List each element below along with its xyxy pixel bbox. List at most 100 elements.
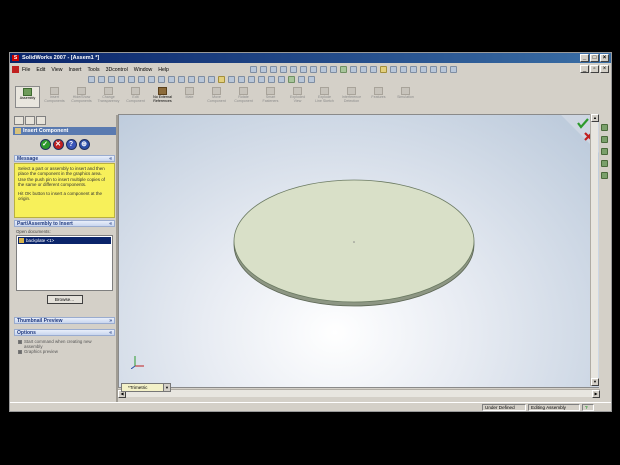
- smart-dimension-icon[interactable]: [218, 76, 225, 83]
- measure-icon[interactable]: [298, 76, 305, 83]
- command-change-transparency-button[interactable]: Change Transparency: [96, 86, 121, 108]
- menu-help[interactable]: Help: [158, 67, 169, 73]
- scroll-down-icon[interactable]: ▼: [591, 378, 599, 386]
- rectangle-icon[interactable]: [238, 76, 245, 83]
- menu-window[interactable]: Window: [134, 67, 152, 73]
- graphics-preview-option[interactable]: Graphics preview: [18, 349, 111, 354]
- menu-file[interactable]: File: [22, 67, 30, 73]
- isometric-view-icon[interactable]: [440, 66, 447, 73]
- open-documents-list[interactable]: backplate <1>: [16, 235, 113, 291]
- rotate-view-icon[interactable]: [300, 66, 307, 73]
- zoom-in-out-icon[interactable]: [280, 66, 287, 73]
- command-move-component-button[interactable]: Move Component: [204, 86, 229, 108]
- zoom-to-fit-icon[interactable]: [260, 66, 267, 73]
- zoom-selection-icon[interactable]: [290, 66, 297, 73]
- right-view-icon[interactable]: [430, 66, 437, 73]
- section-view-icon[interactable]: [370, 66, 377, 73]
- zoom-area-icon[interactable]: [270, 66, 277, 73]
- cancel-button[interactable]: ✕: [52, 139, 64, 150]
- command-assembly-button[interactable]: Assembly: [15, 86, 40, 108]
- wireframe-icon[interactable]: [350, 66, 357, 73]
- push-pin-button[interactable]: ⊕: [78, 139, 90, 150]
- menu-view[interactable]: View: [51, 67, 62, 73]
- scroll-right-icon[interactable]: ▶: [592, 390, 600, 398]
- top-view-icon[interactable]: [420, 66, 427, 73]
- print-icon[interactable]: [118, 76, 125, 83]
- undo-icon[interactable]: [128, 76, 135, 83]
- rebuild-icon[interactable]: [178, 76, 185, 83]
- pan-icon[interactable]: [310, 66, 317, 73]
- property-manager-tab[interactable]: [25, 116, 35, 125]
- arc-icon[interactable]: [258, 76, 265, 83]
- thumbnail-preview-header[interactable]: Thumbnail Preview »: [14, 317, 115, 324]
- menu-tools[interactable]: Tools: [87, 67, 99, 73]
- previous-view-icon[interactable]: [330, 66, 337, 73]
- menu-insert[interactable]: Insert: [68, 67, 81, 73]
- browse-button[interactable]: Browse...: [46, 295, 83, 304]
- search-icon[interactable]: [601, 160, 608, 167]
- start-command-checkbox[interactable]: [18, 339, 22, 344]
- command-explode-line-sketch-button[interactable]: Explode Line Sketch: [312, 86, 337, 108]
- command-smart-fasteners-button[interactable]: Smart Fasteners: [258, 86, 283, 108]
- save-icon[interactable]: [108, 76, 115, 83]
- message-group-header[interactable]: Message «: [14, 155, 115, 162]
- redo-icon[interactable]: [138, 76, 145, 83]
- command-insert-components-button[interactable]: Insert Components: [42, 86, 67, 108]
- vertical-scrollbar[interactable]: ▲ ▼: [590, 114, 599, 386]
- part-preview[interactable]: [119, 115, 600, 388]
- mass-properties-icon[interactable]: [308, 76, 315, 83]
- point-icon[interactable]: [278, 76, 285, 83]
- doc-close-button[interactable]: ×: [600, 65, 609, 73]
- open-icon[interactable]: [98, 76, 105, 83]
- command-mate-button[interactable]: Mate: [177, 86, 202, 108]
- shaded-icon[interactable]: [340, 66, 347, 73]
- select-icon[interactable]: [250, 66, 257, 73]
- doc-minimize-button[interactable]: _: [580, 65, 589, 73]
- start-command-option[interactable]: Start command when creating new assembly: [18, 339, 111, 349]
- part-assembly-group-header[interactable]: Part/Assembly to Insert «: [14, 220, 115, 227]
- view-orientation-dropdown[interactable]: *Trimetric ▼: [121, 383, 171, 392]
- sketch-icon[interactable]: [208, 76, 215, 83]
- cut-icon[interactable]: [148, 76, 155, 83]
- perspective-icon[interactable]: [390, 66, 397, 73]
- horizontal-scrollbar[interactable]: ◀ ▶: [118, 389, 600, 398]
- command-simulation-button[interactable]: Simulation: [393, 86, 418, 108]
- feature-manager-tab[interactable]: [14, 116, 24, 125]
- menu-3dcontrol[interactable]: 3Dcontrol: [106, 67, 128, 73]
- command-edit-component-button[interactable]: Edit Component: [123, 86, 148, 108]
- view-palette-icon[interactable]: [601, 172, 608, 179]
- trimetric-view-icon[interactable]: [450, 66, 457, 73]
- list-item[interactable]: backplate <1>: [18, 237, 111, 244]
- help-button[interactable]: ?: [65, 139, 77, 150]
- standard-views-icon[interactable]: [400, 66, 407, 73]
- circle-icon[interactable]: [248, 76, 255, 83]
- maximize-button[interactable]: □: [590, 54, 599, 62]
- resources-icon[interactable]: [601, 124, 608, 131]
- mate-icon[interactable]: [288, 76, 295, 83]
- line-icon[interactable]: [228, 76, 235, 83]
- command-no-external-references-button[interactable]: No External References: [150, 86, 175, 108]
- graphics-area[interactable]: [118, 114, 600, 388]
- command-features-button[interactable]: Features: [366, 86, 391, 108]
- paste-icon[interactable]: [168, 76, 175, 83]
- hidden-lines-icon[interactable]: [360, 66, 367, 73]
- document-icon[interactable]: [12, 66, 19, 73]
- command-hideshow-components-button[interactable]: Hide/Show Components: [69, 86, 94, 108]
- options-icon[interactable]: [188, 76, 195, 83]
- scroll-up-icon[interactable]: ▲: [591, 114, 599, 122]
- menu-edit[interactable]: Edit: [36, 67, 45, 73]
- doc-restore-button[interactable]: ▫: [590, 65, 599, 73]
- copy-icon[interactable]: [158, 76, 165, 83]
- spline-icon[interactable]: [268, 76, 275, 83]
- new-icon[interactable]: [88, 76, 95, 83]
- 3d-drawing-view-icon[interactable]: [320, 66, 327, 73]
- command-interference-detection-button[interactable]: Interference Detection: [339, 86, 364, 108]
- design-library-icon[interactable]: [601, 136, 608, 143]
- front-view-icon[interactable]: [410, 66, 417, 73]
- shadows-icon[interactable]: [380, 66, 387, 73]
- minimize-button[interactable]: _: [580, 54, 589, 62]
- help-icon[interactable]: [198, 76, 205, 83]
- options-group-header[interactable]: Options «: [14, 329, 115, 336]
- command-rotate-component-button[interactable]: Rotate Component: [231, 86, 256, 108]
- configuration-manager-tab[interactable]: [36, 116, 46, 125]
